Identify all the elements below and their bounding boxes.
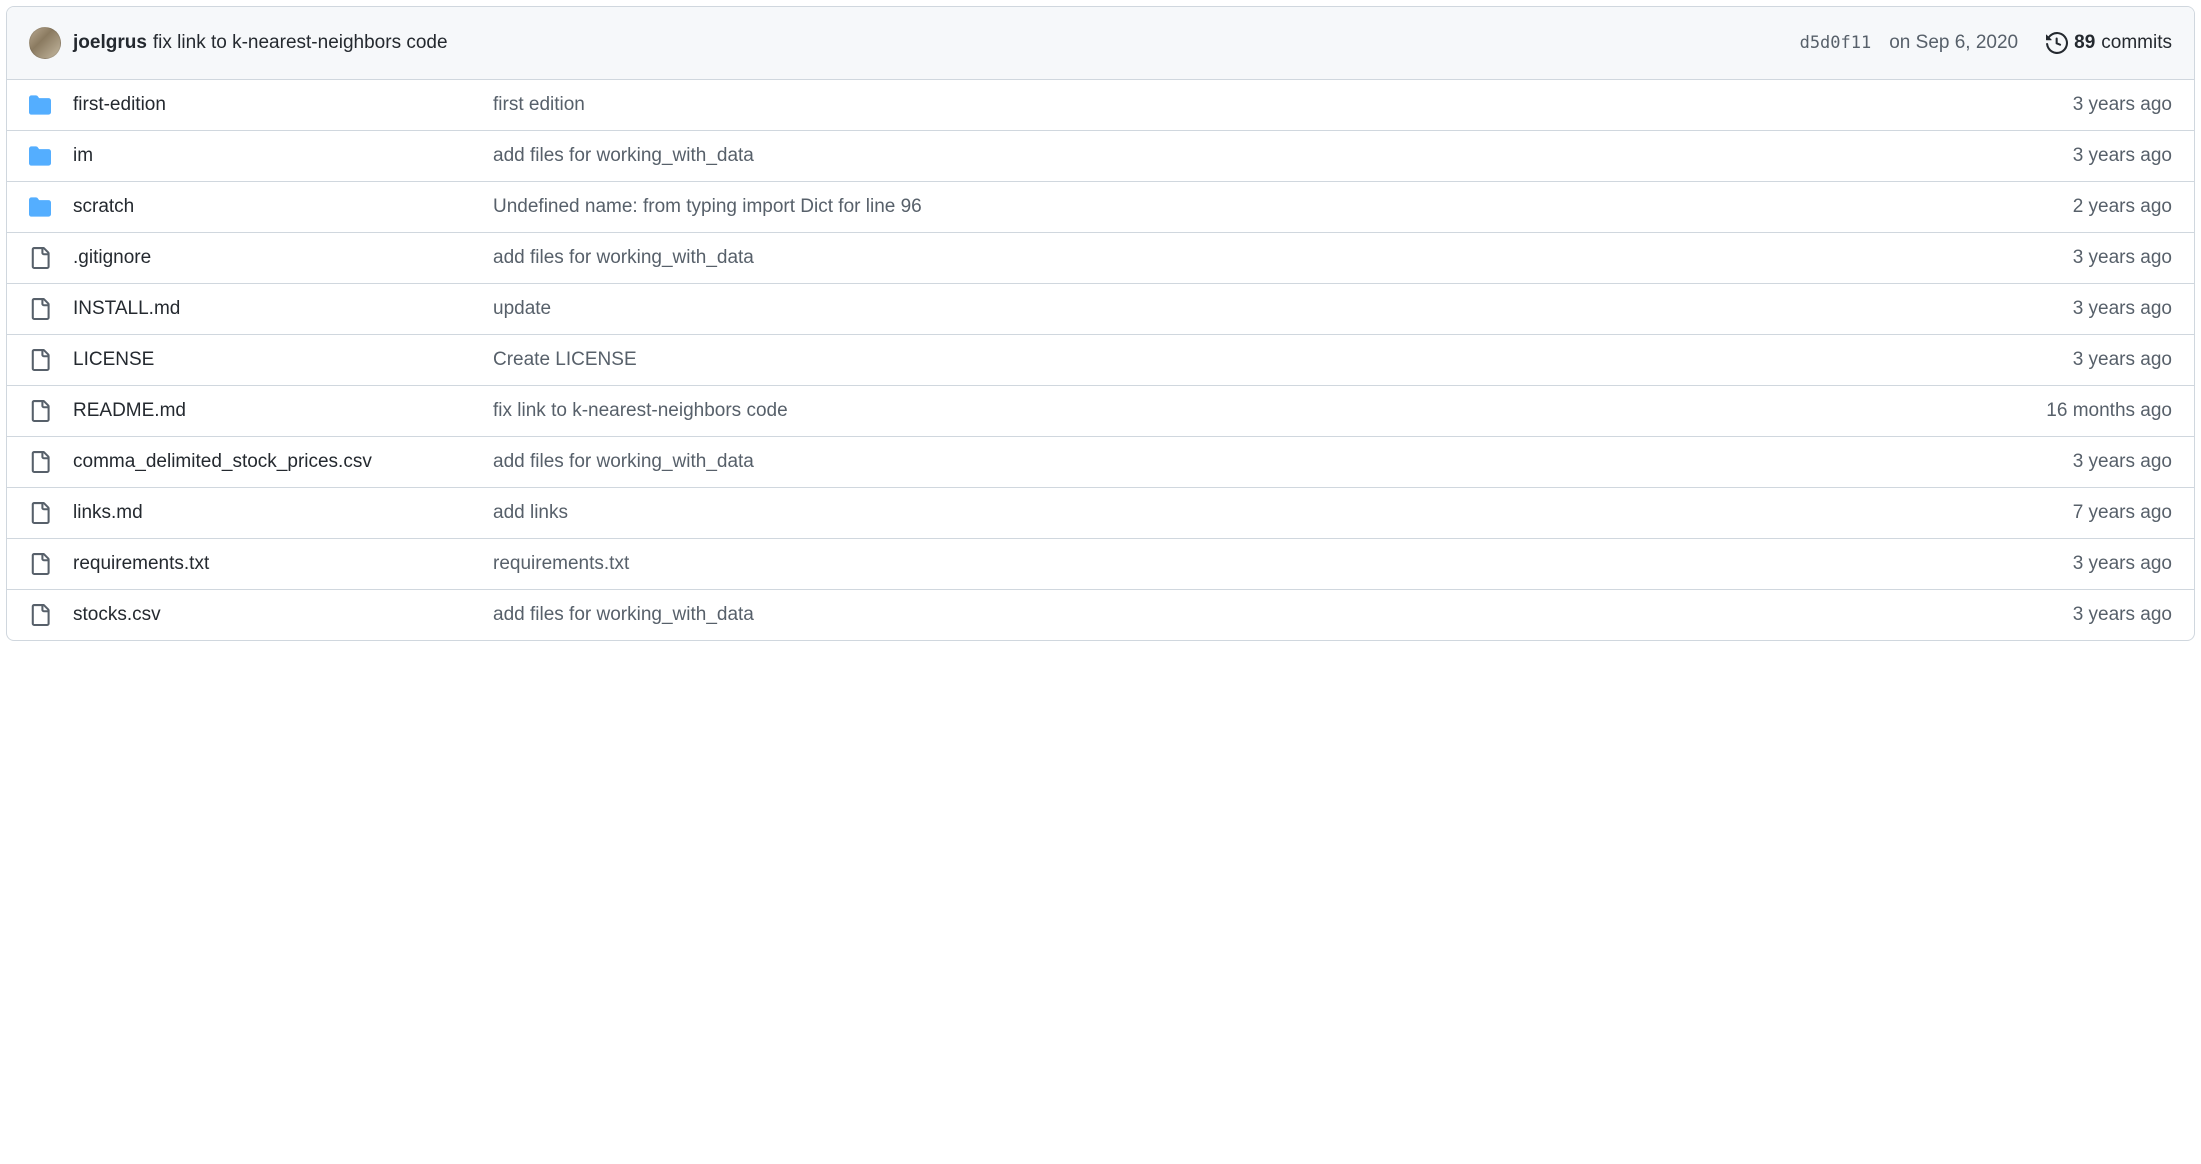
file-name-link[interactable]: requirements.txt — [73, 553, 493, 575]
file-icon — [29, 247, 73, 269]
file-row: comma_delimited_stock_prices.csvadd file… — [7, 436, 2194, 487]
file-age: 3 years ago — [1972, 604, 2172, 626]
file-icon — [29, 553, 73, 575]
file-row: INSTALL.mdupdate3 years ago — [7, 283, 2194, 334]
commit-message-link[interactable]: Create LICENSE — [493, 349, 1972, 371]
commit-message-link[interactable]: add files for working_with_data — [493, 145, 1972, 167]
file-icon — [29, 400, 73, 422]
file-icon — [29, 604, 73, 626]
file-row: README.mdfix link to k-nearest-neighbors… — [7, 385, 2194, 436]
commit-message-link[interactable]: first edition — [493, 94, 1972, 116]
folder-icon — [29, 196, 73, 218]
commit-message-link[interactable]: fix link to k-nearest-neighbors code — [147, 32, 448, 54]
file-listing-box: joelgrus fix link to k-nearest-neighbors… — [6, 6, 2195, 641]
file-name-link[interactable]: links.md — [73, 502, 493, 524]
file-name-link[interactable]: INSTALL.md — [73, 298, 493, 320]
author-name: joelgrus — [73, 32, 147, 53]
file-name-link[interactable]: comma_delimited_stock_prices.csv — [73, 451, 493, 473]
file-age: 3 years ago — [1972, 145, 2172, 167]
file-name-link[interactable]: first-edition — [73, 94, 493, 116]
file-icon — [29, 451, 73, 473]
history-icon — [2046, 32, 2068, 54]
commit-message-link[interactable]: add files for working_with_data — [493, 451, 1972, 473]
file-age: 16 months ago — [1972, 400, 2172, 422]
commit-sha[interactable]: d5d0f11 — [1800, 33, 1872, 53]
file-age: 2 years ago — [1972, 196, 2172, 218]
commit-count-label: commits — [2101, 32, 2172, 54]
commit-message-link[interactable]: update — [493, 298, 1972, 320]
file-age: 3 years ago — [1972, 247, 2172, 269]
avatar[interactable] — [29, 27, 61, 59]
file-age: 7 years ago — [1972, 502, 2172, 524]
file-age: 3 years ago — [1972, 553, 2172, 575]
folder-icon — [29, 94, 73, 116]
file-name-link[interactable]: .gitignore — [73, 247, 493, 269]
file-name-link[interactable]: LICENSE — [73, 349, 493, 371]
commit-message-link[interactable]: Undefined name: from typing import Dict … — [493, 196, 1972, 218]
commit-message-link[interactable]: add files for working_with_data — [493, 604, 1972, 626]
commit-message-link[interactable]: add files for working_with_data — [493, 247, 1972, 269]
file-name-link[interactable]: stocks.csv — [73, 604, 493, 626]
file-age: 3 years ago — [1972, 349, 2172, 371]
file-row: requirements.txtrequirements.txt3 years … — [7, 538, 2194, 589]
file-rows: first-editionfirst edition3 years agoima… — [7, 80, 2194, 640]
file-row: stocks.csvadd files for working_with_dat… — [7, 589, 2194, 640]
commit-count: 89 — [2074, 32, 2095, 54]
file-row: links.mdadd links7 years ago — [7, 487, 2194, 538]
commit-header: joelgrus fix link to k-nearest-neighbors… — [7, 7, 2194, 80]
file-icon — [29, 349, 73, 371]
commit-message-link[interactable]: add links — [493, 502, 1972, 524]
author-link[interactable]: joelgrus — [73, 32, 147, 54]
file-name-link[interactable]: scratch — [73, 196, 493, 218]
file-age: 3 years ago — [1972, 298, 2172, 320]
file-icon — [29, 298, 73, 320]
file-row: imadd files for working_with_data3 years… — [7, 130, 2194, 181]
file-age: 3 years ago — [1972, 94, 2172, 116]
file-row: first-editionfirst edition3 years ago — [7, 80, 2194, 130]
file-row: .gitignoreadd files for working_with_dat… — [7, 232, 2194, 283]
file-row: scratchUndefined name: from typing impor… — [7, 181, 2194, 232]
file-age: 3 years ago — [1972, 451, 2172, 473]
folder-icon — [29, 145, 73, 167]
commit-message-link[interactable]: fix link to k-nearest-neighbors code — [493, 400, 1972, 422]
commit-message-link[interactable]: requirements.txt — [493, 553, 1972, 575]
file-name-link[interactable]: README.md — [73, 400, 493, 422]
commit-date[interactable]: on Sep 6, 2020 — [1889, 32, 2018, 54]
commits-link[interactable]: 89 commits — [2046, 32, 2172, 54]
commit-message: fix link to k-nearest-neighbors code — [153, 32, 448, 53]
file-row: LICENSECreate LICENSE3 years ago — [7, 334, 2194, 385]
file-icon — [29, 502, 73, 524]
file-name-link[interactable]: im — [73, 145, 493, 167]
